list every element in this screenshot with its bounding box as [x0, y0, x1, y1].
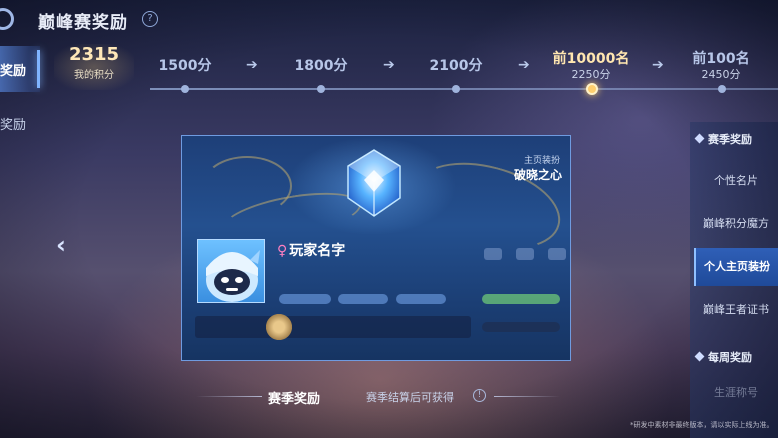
- left-tab-label: 奖励: [0, 118, 27, 133]
- crystal-cube-icon: [347, 149, 401, 217]
- footer-hint: 赛季结算后可获得: [366, 391, 454, 404]
- chevron-left-icon[interactable]: ‹: [56, 232, 74, 258]
- help-icon[interactable]: ?: [142, 11, 158, 27]
- item-name: 破晓之心: [513, 168, 562, 182]
- milestone-dot: [718, 85, 726, 93]
- stat-icon: [484, 248, 502, 260]
- footer-title: 赛季奖励: [268, 392, 321, 407]
- milestone-dot: [452, 85, 460, 93]
- avatar-character-icon: [206, 250, 260, 302]
- arrow-right-icon: ➔: [383, 57, 395, 73]
- stat-icon: [516, 248, 534, 260]
- category-item-career-title[interactable]: 生涯称号: [694, 374, 778, 412]
- milestone-current-dot: [586, 83, 598, 95]
- item-type-label: 主页装扮: [523, 156, 560, 166]
- category-item-name-card[interactable]: 个性名片: [694, 162, 778, 200]
- section-title: 每周奖励: [708, 351, 752, 364]
- profile-tag: [396, 294, 446, 304]
- milestone-sub: 2450分: [701, 68, 741, 81]
- left-tab-rewards-2[interactable]: 奖励: [0, 100, 40, 146]
- player-name-text: 玩家名字: [289, 243, 346, 259]
- milestone-track: [150, 88, 778, 90]
- section-season-rewards: 赛季奖励: [690, 131, 778, 147]
- milestone-label[interactable]: 1800分: [276, 55, 366, 75]
- profile-tag: [482, 294, 560, 304]
- reward-preview-card: 主页装扮 破晓之心 ♀ 玩家名字: [181, 135, 571, 361]
- header: 巅峰赛奖励 ?: [0, 0, 778, 40]
- milestone-label-current[interactable]: 前10000名: [546, 48, 636, 68]
- female-icon: ♀: [277, 243, 288, 259]
- back-icon[interactable]: [0, 8, 14, 30]
- stat-icon: [548, 248, 566, 260]
- left-tab-rewards[interactable]: 奖励: [0, 46, 40, 92]
- info-icon[interactable]: !: [473, 389, 486, 402]
- rank-emblem-icon: [266, 314, 292, 340]
- milestone-dot: [181, 85, 189, 93]
- arrow-right-icon: ➔: [518, 57, 530, 73]
- milestone-label[interactable]: 1500分: [140, 55, 230, 75]
- profile-tag: [279, 294, 331, 304]
- category-item-certificate[interactable]: 巅峰王者证书: [694, 291, 778, 329]
- milestone-dot: [317, 85, 325, 93]
- page-title: 巅峰赛奖励: [38, 13, 128, 33]
- section-title: 赛季奖励: [708, 133, 752, 146]
- arrow-right-icon: ➔: [652, 57, 664, 73]
- category-item-homepage-decor[interactable]: 个人主页装扮: [694, 248, 778, 286]
- avatar: [197, 239, 265, 303]
- milestone-sub: 2250分: [571, 68, 611, 81]
- category-item-score-cube[interactable]: 巅峰积分魔方: [694, 205, 778, 243]
- arrow-right-icon: ➔: [246, 57, 258, 73]
- score-value: 2315: [68, 44, 120, 65]
- footer-ornament: [196, 396, 262, 397]
- left-tab-label: 奖励: [0, 64, 27, 79]
- footer-ornament: [494, 396, 560, 397]
- score-label: 我的积分: [74, 70, 114, 81]
- diamond-icon: [694, 351, 705, 362]
- reward-category-panel: 赛季奖励 个性名片 巅峰积分魔方 个人主页装扮 巅峰王者证书 每周奖励 生涯称号: [690, 122, 778, 438]
- rank-bar: [195, 316, 471, 338]
- disclaimer: *研发中素材非最终版本，请以实际上线为准。: [630, 421, 774, 429]
- profile-tag: [482, 322, 560, 332]
- milestone-label[interactable]: 前100名: [676, 48, 766, 68]
- profile-tag: [338, 294, 388, 304]
- milestone-label[interactable]: 2100分: [411, 55, 501, 75]
- player-name: ♀ 玩家名字: [277, 240, 345, 260]
- my-score: 2315 我的积分: [54, 44, 134, 90]
- section-weekly-rewards: 每周奖励: [690, 349, 778, 365]
- diamond-icon: [694, 133, 705, 144]
